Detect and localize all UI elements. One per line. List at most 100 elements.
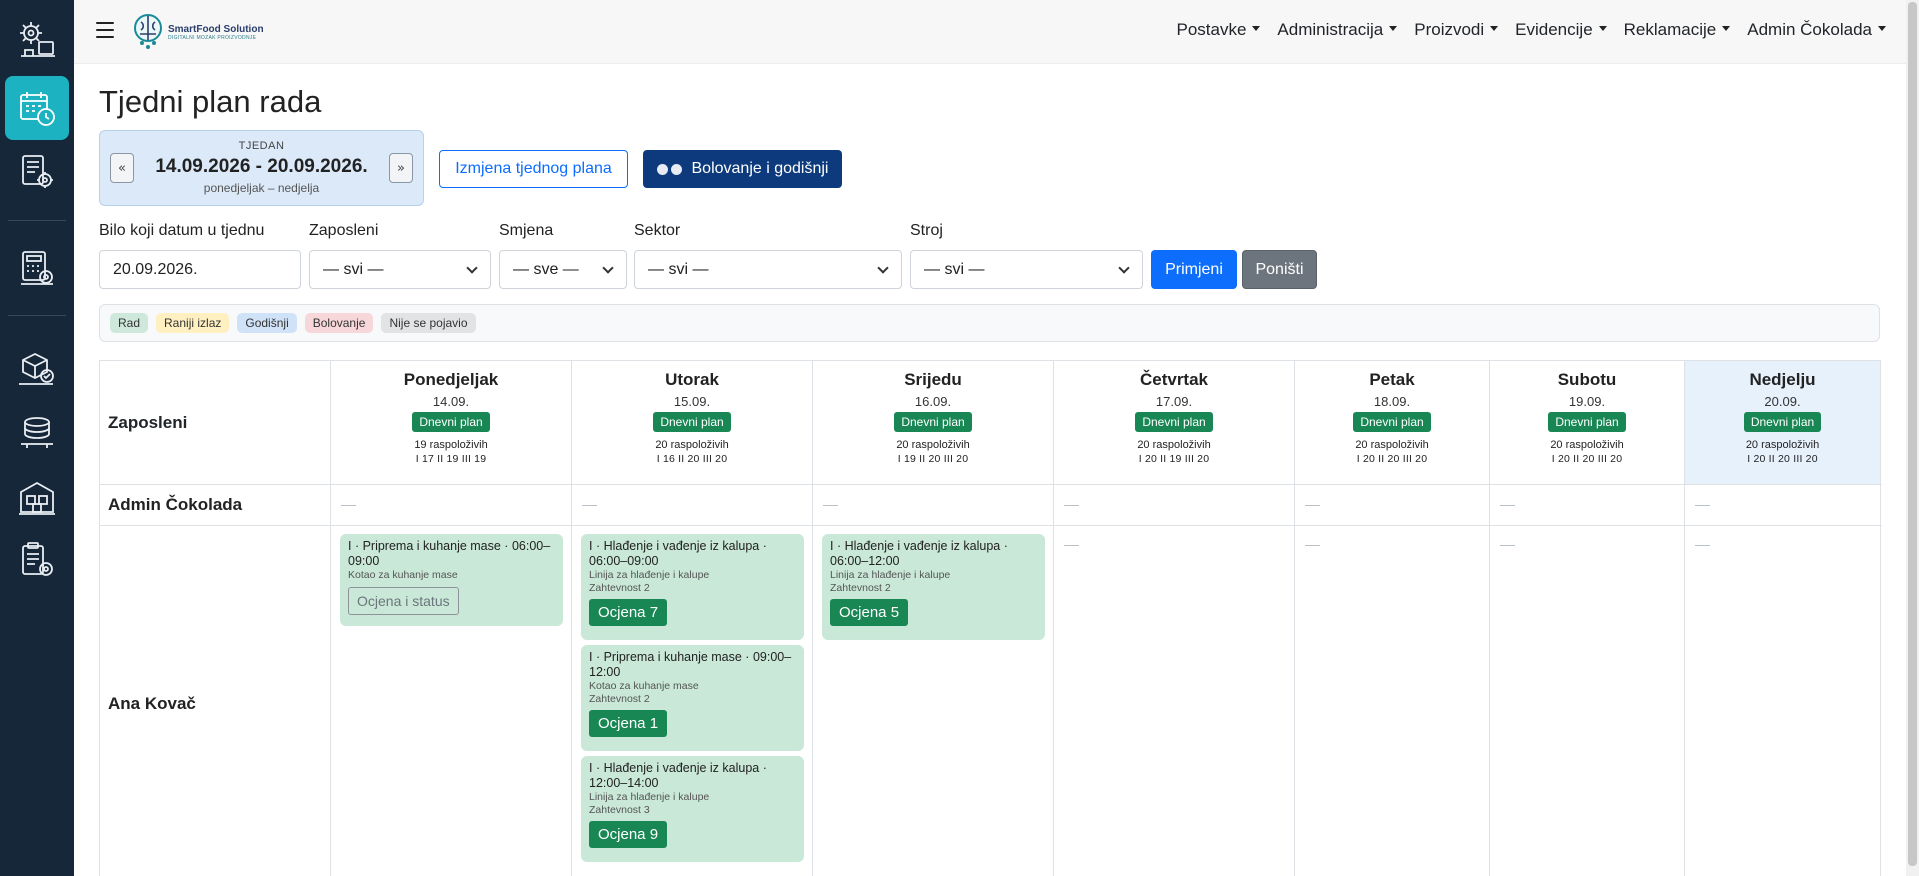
task-title: I · Hlađenje i vađenje iz kalupa · 06:00… xyxy=(589,539,767,568)
task-complexity: Zahtevnost 2 xyxy=(589,693,650,705)
sick-leave-vacation-button[interactable]: Bolovanje i godišnji xyxy=(643,150,842,188)
clipboard-gear-icon[interactable] xyxy=(5,528,69,592)
document-gear-icon[interactable] xyxy=(5,140,69,204)
day-date: 19.09. xyxy=(1568,394,1606,409)
employee-name: Ana Kovač xyxy=(108,694,196,713)
day-shift-counts: I 19 II 20 III 20 xyxy=(897,453,969,465)
reset-filter-button[interactable]: Poništi xyxy=(1242,250,1317,289)
sector-filter-select[interactable]: — svi — xyxy=(634,250,902,289)
date-filter-input[interactable]: 20.09.2026. xyxy=(99,250,301,289)
grid-divider xyxy=(1294,361,1295,876)
nav-user-menu[interactable]: Admin Čokolada xyxy=(1747,20,1886,40)
empty-cell-dash xyxy=(1695,505,1710,506)
nav-label: Postavke xyxy=(1176,20,1247,39)
calculator-gear-icon[interactable] xyxy=(5,236,69,300)
nav-label: Administracija xyxy=(1277,20,1384,39)
grid-divider xyxy=(1489,361,1490,876)
nav-label: Proizvodi xyxy=(1414,20,1485,39)
daily-plan-button[interactable]: Dnevni plan xyxy=(412,412,490,432)
day-name: Utorak xyxy=(665,370,719,389)
grid-divider xyxy=(812,361,813,876)
legend-early-leave: Raniji izlaz xyxy=(156,313,230,333)
nav-administracija[interactable]: Administracija xyxy=(1277,20,1398,40)
scrollbar-thumb[interactable] xyxy=(1908,2,1917,866)
daily-plan-button[interactable]: Dnevni plan xyxy=(1135,412,1213,432)
daily-plan-button[interactable]: Dnevni plan xyxy=(1548,412,1626,432)
nav-label: Admin Čokolada xyxy=(1747,20,1872,39)
edit-weekly-plan-button[interactable]: Izmjena tjednog plana xyxy=(439,150,628,188)
empty-cell-dash xyxy=(582,505,597,506)
day-shift-counts: I 20 II 19 III 20 xyxy=(1138,453,1210,465)
main-nav: Postavke Administracija Proizvodi Eviden… xyxy=(1176,20,1886,40)
grade-button[interactable]: Ocjena 1 xyxy=(589,710,668,737)
grid-divider xyxy=(1053,361,1054,876)
chevron-down-icon xyxy=(466,262,478,274)
grid-divider xyxy=(100,525,1882,526)
grade-status-button[interactable]: Ocjena i status xyxy=(348,587,459,615)
box-gear-icon[interactable] xyxy=(5,336,69,400)
logo-subtitle: DIGITALNI MOZAK PROIZVODNJE xyxy=(168,34,257,41)
nav-proizvodi[interactable]: Proizvodi xyxy=(1414,20,1499,40)
empty-cell-dash xyxy=(1064,505,1079,506)
machine-filter-label: Stroj xyxy=(910,222,943,239)
day-shift-counts: I 20 II 20 III 20 xyxy=(1551,453,1623,465)
grade-button[interactable]: Ocjena 9 xyxy=(589,821,668,848)
empty-cell-dash xyxy=(341,505,356,506)
nav-label: Evidencije xyxy=(1515,20,1593,39)
factory-gear-icon[interactable] xyxy=(5,8,69,72)
task-title: I · Hlađenje i vađenje iz kalupa · 12:00… xyxy=(589,761,767,790)
nav-label: Reklamacije xyxy=(1623,20,1717,39)
task-card[interactable]: I · Hlađenje i vađenje iz kalupa · 12:00… xyxy=(581,756,804,862)
stacked-trays-icon[interactable] xyxy=(5,400,69,464)
task-title: I · Priprema i kuhanje mase · 09:00–12:0… xyxy=(589,650,792,679)
nav-evidencije[interactable]: Evidencije xyxy=(1515,20,1607,40)
task-title: I · Priprema i kuhanje mase · 06:00–09:0… xyxy=(348,539,551,568)
page-scrollbar[interactable] xyxy=(1906,0,1919,876)
task-card[interactable]: I · Hlađenje i vađenje iz kalupa · 06:00… xyxy=(822,534,1045,640)
day-name: Nedjelju xyxy=(1749,370,1816,389)
sidebar-divider xyxy=(8,220,66,221)
warehouse-icon[interactable] xyxy=(5,466,69,530)
daily-plan-button[interactable]: Dnevni plan xyxy=(1743,412,1822,432)
caret-down-icon xyxy=(1598,26,1607,32)
caret-down-icon xyxy=(1878,26,1886,32)
day-header-thursday: Četvrtak 17.09. Dnevni plan 20 raspoloži… xyxy=(1054,361,1294,484)
apply-filter-button[interactable]: Primjeni xyxy=(1151,250,1237,289)
empty-cell-dash xyxy=(823,505,838,506)
daily-plan-button[interactable]: Dnevni plan xyxy=(1353,412,1431,432)
shift-filter-select[interactable]: — sve — xyxy=(499,250,627,289)
task-machine: Linija za hlađenje i kalupe xyxy=(830,569,951,581)
nav-reklamacije[interactable]: Reklamacije xyxy=(1624,20,1731,40)
app-logo[interactable]: SmartFood Solution DIGITALNI MOZAK PROIZ… xyxy=(132,10,264,54)
machine-filter-select[interactable]: — svi — xyxy=(910,250,1143,289)
employee-name: Admin Čokolada xyxy=(108,495,243,514)
empty-cell-dash xyxy=(1305,505,1320,506)
hamburger-menu-icon[interactable] xyxy=(96,22,114,38)
day-date: 18.09. xyxy=(1373,394,1411,409)
employee-filter-label: Zaposleni xyxy=(309,222,379,239)
employee-column-header: Zaposleni xyxy=(108,413,188,432)
day-name: Ponedjeljak xyxy=(403,370,499,389)
grade-button[interactable]: Ocjena 5 xyxy=(830,599,909,626)
nav-postavke[interactable]: Postavke xyxy=(1176,20,1261,40)
task-complexity: Zahtevnost 3 xyxy=(589,804,650,816)
task-card[interactable]: I · Hlađenje i vađenje iz kalupa · 06:00… xyxy=(581,534,804,640)
daily-plan-button[interactable]: Dnevni plan xyxy=(894,412,972,432)
empty-cell-dash xyxy=(1500,505,1515,506)
task-machine: Kotao za kuhanje mase xyxy=(348,569,458,581)
week-navigator: « TJEDAN 14.09.2026 - 20.09.2026. ponedj… xyxy=(99,130,424,206)
toggle-dots-icon xyxy=(656,163,682,175)
legend-vacation: Godišnji xyxy=(237,313,297,333)
employee-filter-select[interactable]: — svi — xyxy=(309,250,491,289)
date-filter-label: Bilo koji datum u tjednu xyxy=(99,222,265,239)
task-card[interactable]: I · Priprema i kuhanje mase · 09:00–12:0… xyxy=(581,645,804,751)
task-card[interactable]: I · Priprema i kuhanje mase · 06:00–09:0… xyxy=(340,534,563,626)
caret-down-icon xyxy=(1490,26,1499,32)
day-available: 20 raspoloživih xyxy=(1137,439,1211,451)
daily-plan-button[interactable]: Dnevni plan xyxy=(653,412,731,432)
grade-button[interactable]: Ocjena 7 xyxy=(589,599,668,626)
caret-down-icon xyxy=(1722,26,1731,32)
calendar-clock-icon[interactable] xyxy=(5,76,69,140)
task-machine: Linija za hlađenje i kalupe xyxy=(589,791,710,803)
next-week-button[interactable]: » xyxy=(389,153,413,183)
